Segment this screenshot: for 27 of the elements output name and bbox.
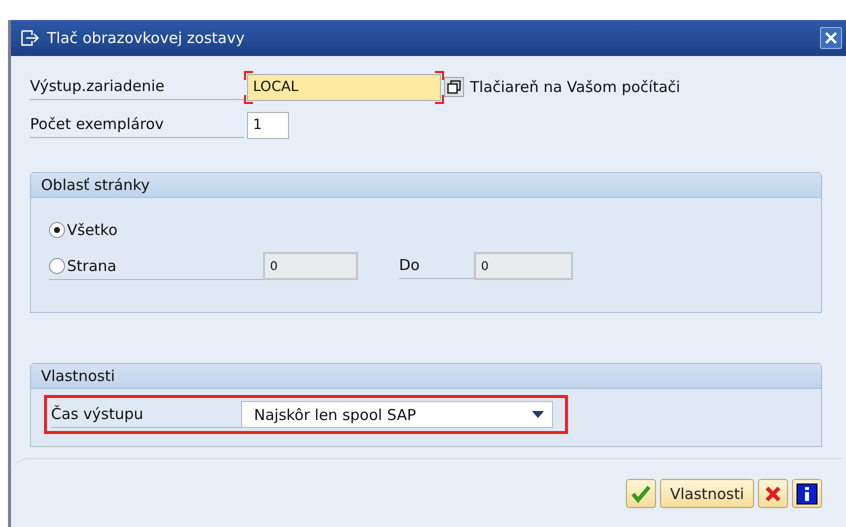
radio-label: Všetko: [67, 221, 118, 239]
field-label: Výstup.zariadenie: [30, 74, 244, 100]
dropdown-caret-icon: [532, 411, 544, 418]
from-page-field[interactable]: 0: [263, 252, 358, 280]
to-page-field[interactable]: 0: [474, 252, 573, 280]
close-icon: [825, 32, 837, 44]
confirm-button[interactable]: [626, 479, 656, 508]
output-time-dropdown[interactable]: Najskôr len spool SAP: [241, 401, 553, 428]
radio-button[interactable]: [49, 222, 65, 238]
copy-icon[interactable]: [444, 77, 464, 97]
checkmark-icon: [631, 484, 652, 502]
field-label: Počet exemplárov: [30, 112, 244, 138]
info-icon: [796, 482, 818, 504]
close-icon: [764, 484, 782, 502]
info-button[interactable]: [792, 479, 822, 508]
print-dialog-icon: [21, 30, 39, 46]
radio-button[interactable]: [49, 258, 65, 274]
properties-button[interactable]: Vlastnosti: [660, 479, 754, 508]
radio-label: Strana: [67, 256, 116, 274]
window-title: Tlač obrazovkovej zostavy: [47, 29, 246, 47]
copies-field[interactable]: 1: [247, 112, 289, 138]
device-description: Tlačiareň na Vašom počítači: [470, 78, 680, 96]
output-device-field[interactable]: LOCAL: [244, 70, 444, 104]
group-title: Vlastnosti: [31, 364, 821, 389]
cancel-button[interactable]: [758, 479, 788, 508]
close-button[interactable]: [820, 27, 842, 49]
group-title: Oblasť stránky: [31, 173, 821, 198]
